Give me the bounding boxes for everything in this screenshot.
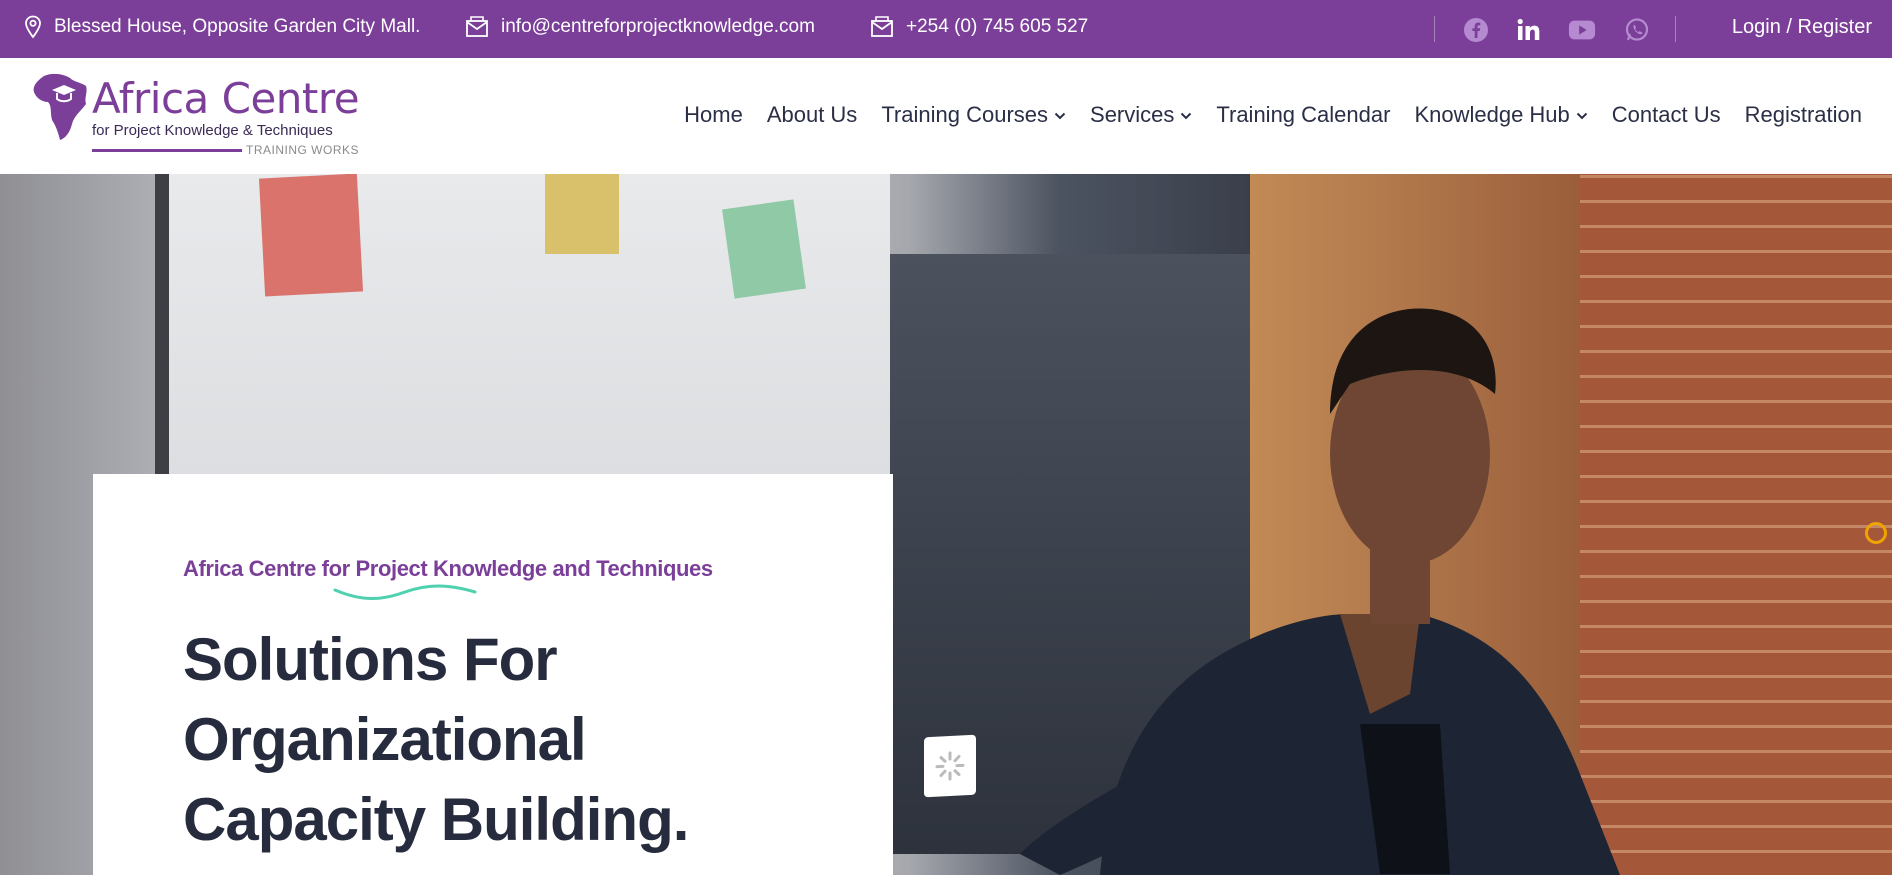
login-register-link[interactable]: Login / Register bbox=[1732, 16, 1872, 39]
logo-underline bbox=[92, 149, 242, 152]
whatsapp-icon[interactable] bbox=[1623, 16, 1651, 44]
youtube-icon[interactable] bbox=[1568, 16, 1596, 44]
main-nav: Home About Us Training Courses Services … bbox=[660, 102, 1862, 128]
map-pin-icon bbox=[25, 15, 41, 39]
hero-kicker: Africa Centre for Project Knowledge and … bbox=[183, 556, 713, 581]
hero-title-line: Organizational bbox=[183, 706, 587, 773]
divider bbox=[1434, 16, 1435, 42]
address-text: Blessed House, Opposite Garden City Mall… bbox=[54, 16, 421, 37]
wave-decoration bbox=[333, 584, 477, 600]
email-link[interactable]: info@centreforprojectknowledge.com bbox=[465, 15, 815, 39]
hero-title-line: Solutions For bbox=[183, 626, 558, 693]
nav-home[interactable]: Home bbox=[684, 102, 743, 128]
logo-tagline: TRAINING WORKS bbox=[246, 143, 360, 157]
nav-contact-us[interactable]: Contact Us bbox=[1612, 102, 1721, 128]
hero-title: Solutions For Organizational Capacity Bu… bbox=[183, 620, 833, 860]
nav-registration[interactable]: Registration bbox=[1745, 102, 1862, 128]
hero-title-line: Capacity Building. bbox=[183, 786, 689, 853]
chevron-down-icon bbox=[1181, 112, 1192, 120]
nav-label: Contact Us bbox=[1611, 102, 1721, 127]
sticky-note bbox=[258, 174, 364, 297]
nav-training-calendar[interactable]: Training Calendar bbox=[1216, 102, 1390, 128]
chevron-down-icon bbox=[1054, 112, 1066, 120]
linkedin-icon[interactable] bbox=[1515, 16, 1543, 44]
nav-label: Knowledge Hub bbox=[1414, 102, 1570, 127]
nav-about-us[interactable]: About Us bbox=[767, 102, 858, 128]
envelope-icon bbox=[466, 16, 488, 37]
nav-training-courses[interactable]: Training Courses bbox=[881, 102, 1066, 128]
address-item: Blessed House, Opposite Garden City Mall… bbox=[24, 15, 420, 39]
sticky-note bbox=[722, 199, 806, 299]
phone-text: +254 (0) 745 605 527 bbox=[906, 16, 1089, 37]
africa-map-icon bbox=[33, 73, 87, 140]
nav-services[interactable]: Services bbox=[1090, 102, 1192, 128]
loading-spinner bbox=[924, 734, 976, 798]
nav-label: Home bbox=[684, 102, 743, 127]
hero-card: Africa Centre for Project Knowledge and … bbox=[93, 474, 893, 875]
nav-label: Services bbox=[1090, 102, 1175, 127]
presenter-image bbox=[1020, 308, 1620, 875]
nav-label: About Us bbox=[766, 102, 858, 127]
nav-label: Training Calendar bbox=[1216, 102, 1391, 127]
nav-label: Registration bbox=[1744, 102, 1862, 127]
top-bar: Blessed House, Opposite Garden City Mall… bbox=[0, 0, 1892, 58]
email-text: info@centreforprojectknowledge.com bbox=[501, 16, 815, 37]
envelope-icon bbox=[871, 16, 893, 37]
hero-section: Africa Centre for Project Knowledge and … bbox=[0, 174, 1892, 875]
sticky-note bbox=[545, 174, 619, 254]
chevron-down-icon bbox=[1576, 112, 1587, 120]
logo-title: Africa Centre bbox=[92, 74, 360, 123]
logo-subtitle: for Project Knowledge & Techniques bbox=[92, 122, 333, 139]
nav-knowledge-hub[interactable]: Knowledge Hub bbox=[1414, 102, 1587, 128]
phone-link[interactable]: +254 (0) 745 605 527 bbox=[870, 15, 1088, 39]
site-header: Africa Centre for Project Knowledge & Te… bbox=[0, 58, 1892, 174]
scroll-indicator[interactable] bbox=[1865, 522, 1887, 544]
spinner-icon bbox=[935, 751, 965, 781]
divider bbox=[1675, 16, 1676, 42]
nav-label: Training Courses bbox=[881, 102, 1049, 127]
facebook-icon[interactable] bbox=[1462, 16, 1490, 44]
site-logo[interactable]: Africa Centre for Project Knowledge & Te… bbox=[30, 72, 360, 162]
